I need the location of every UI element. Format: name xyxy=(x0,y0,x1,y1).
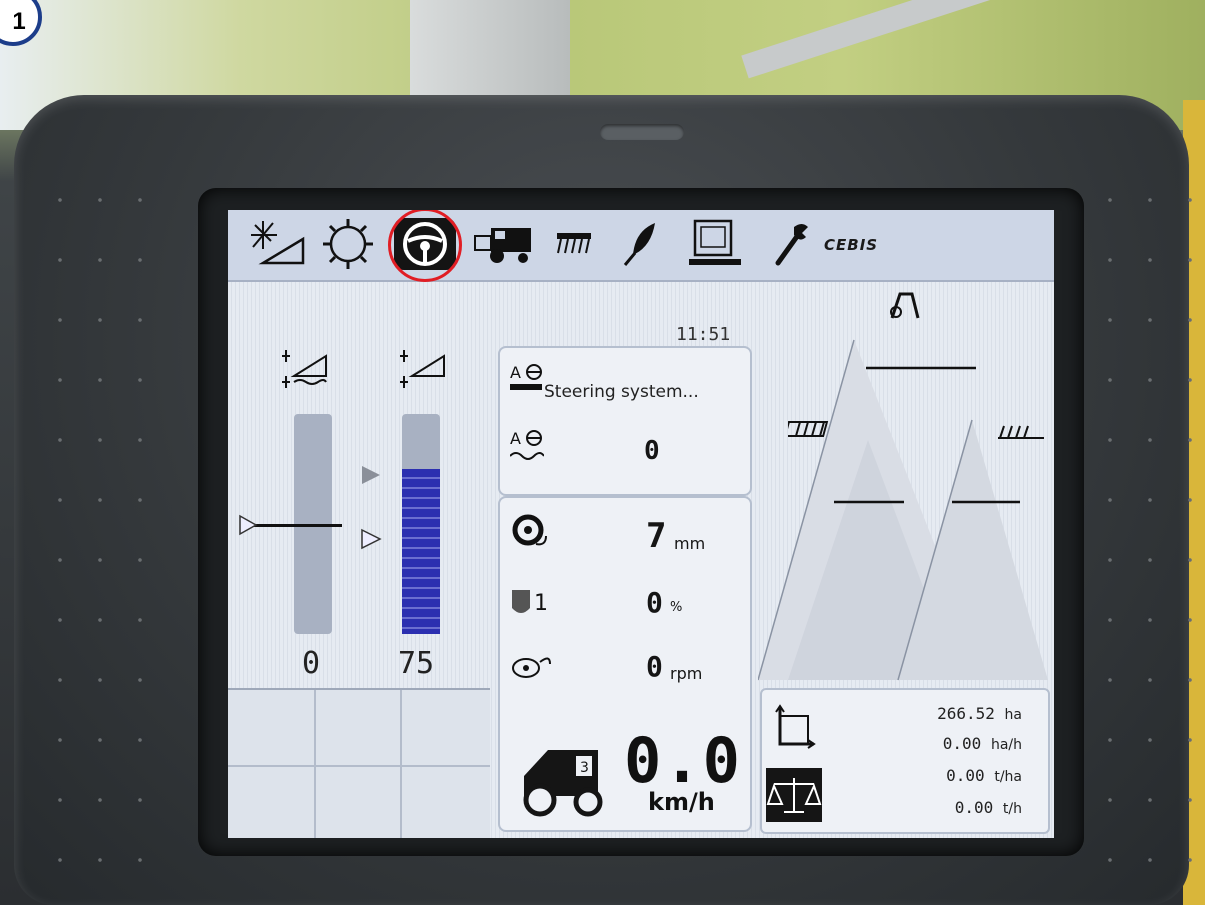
grain-loss-icon: 1 xyxy=(512,590,548,616)
bezel-grip-dots-right xyxy=(1090,170,1205,870)
combine-harvester-icon xyxy=(474,228,531,263)
autopilot-offset-icon: A xyxy=(510,429,544,460)
area-total-stat: 266.52 ha xyxy=(937,704,1022,723)
steering-status-text: Steering system... xyxy=(544,382,699,402)
computer-monitor-icon xyxy=(689,219,741,265)
cutting-height-marker xyxy=(239,514,258,536)
cutting-height-icon xyxy=(282,350,327,388)
contour-height-bar xyxy=(402,414,440,634)
counters-panel: 266.52 ha 0.00 ha/h 0.00 t/ha 0.00 t/h xyxy=(760,688,1050,834)
tab-steering[interactable] xyxy=(394,218,456,270)
steering-offset-value: 0 xyxy=(644,436,660,466)
tab-header[interactable] xyxy=(550,218,600,270)
contour-height-value: 75 xyxy=(398,646,435,681)
chopper-icon xyxy=(998,425,1044,439)
tab-terminal[interactable] xyxy=(686,218,746,270)
crop-flow-graphic xyxy=(757,339,1048,681)
tab-service[interactable] xyxy=(768,218,816,270)
light-sensor-icon xyxy=(251,221,305,265)
ground-speed-unit: km/h xyxy=(648,788,715,816)
autopilot-status-icon: A xyxy=(510,363,542,390)
crop-flow-diagram xyxy=(757,280,1054,688)
yield-counter-button[interactable] xyxy=(766,768,822,822)
ground-speed-value: 0.0 xyxy=(624,724,742,797)
rotor-unit: mm xyxy=(674,534,706,553)
tab-lighting[interactable] xyxy=(246,218,312,270)
engine-speed-unit: rpm xyxy=(670,664,703,683)
svg-text:3: 3 xyxy=(580,760,589,776)
grain-ear-icon xyxy=(623,223,655,266)
contour-height-icon xyxy=(400,350,445,388)
unloading-auger-icon xyxy=(788,421,829,437)
svg-text:A: A xyxy=(510,363,521,382)
header-attachment-icon xyxy=(557,233,591,254)
tab-crop[interactable] xyxy=(616,218,666,270)
svg-text:A: A xyxy=(510,429,521,448)
clock: 11:51 xyxy=(676,324,731,345)
svg-text:1: 1 xyxy=(534,591,548,616)
background-cab-pillar xyxy=(410,0,570,110)
cutting-height-setpoint-line xyxy=(246,524,342,527)
cutting-height-value: 0 xyxy=(302,646,321,681)
yield-per-area-stat: 0.00 t/ha xyxy=(946,766,1022,785)
grain-loss-value: 0 xyxy=(646,586,663,619)
grain-loss-unit: % xyxy=(670,600,683,615)
steering-panel: A Steering system... A 0 xyxy=(498,346,752,496)
rotor-value: 7 xyxy=(646,516,667,556)
machine-data-panel: 7 mm 1 0 % 0 rpm 3 0.0 km/h xyxy=(498,496,752,832)
engine-speed-value: 0 xyxy=(646,650,663,683)
menu-toolbar: CEBIS xyxy=(228,210,1054,282)
yield-per-hour-stat: 0.00 t/h xyxy=(954,798,1022,817)
tank-cover-icon xyxy=(890,292,920,319)
machine-speed-icon: 3 xyxy=(523,750,603,817)
wrench-icon xyxy=(775,224,808,266)
contour-upper-marker xyxy=(362,466,380,484)
bottom-left-grid xyxy=(228,688,490,838)
bezel-grip-dots-left xyxy=(40,170,160,870)
tab-harvester[interactable] xyxy=(472,218,538,270)
cebis-screen: CEBIS 0 75 11:51 A Steering system... A … xyxy=(228,210,1054,838)
tab-settings[interactable] xyxy=(316,218,380,270)
area-counter-icon xyxy=(775,704,816,749)
contour-lower-marker xyxy=(361,528,382,550)
area-rate-stat: 0.00 ha/h xyxy=(942,734,1022,753)
brand-label: CEBIS xyxy=(824,236,879,254)
engine-speed-icon xyxy=(512,657,551,678)
contour-height-fill xyxy=(402,469,440,634)
scale-icon xyxy=(766,778,822,813)
steering-wheel-icon xyxy=(403,222,447,266)
rotor-icon xyxy=(512,514,547,546)
bezel-slot xyxy=(600,124,684,140)
gear-icon xyxy=(323,219,373,269)
